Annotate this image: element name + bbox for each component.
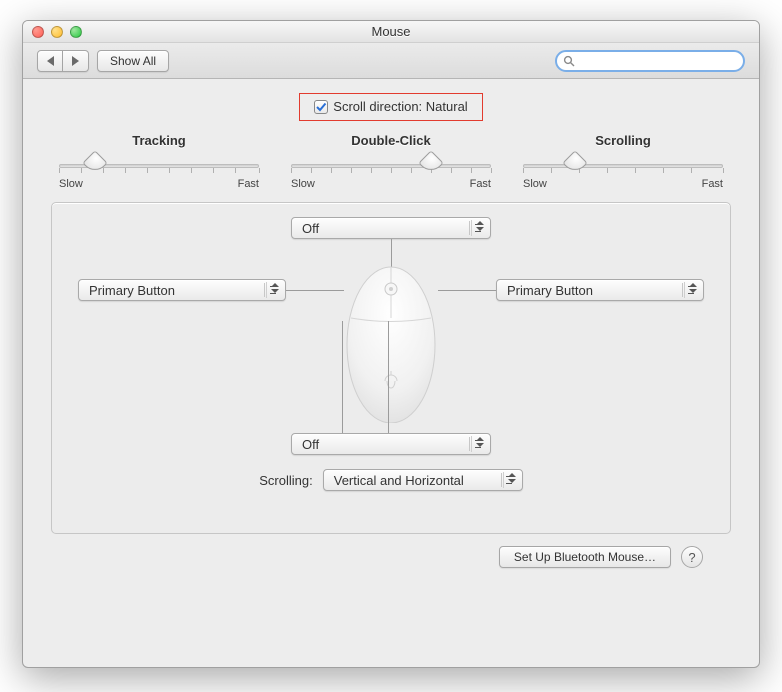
left-button-dropdown[interactable]: Primary Button xyxy=(78,279,286,301)
right-button-dropdown[interactable]: Primary Button xyxy=(496,279,704,301)
scrolling-mode-dropdown[interactable]: Vertical and Horizontal xyxy=(323,469,523,491)
sliders-row: Tracking Slow Fast Double-Click Slow Fast xyxy=(51,133,731,190)
wheel-button-value: Off xyxy=(302,221,319,236)
scrolling-slider[interactable] xyxy=(523,154,723,176)
setup-bluetooth-button[interactable]: Set Up Bluetooth Mouse… xyxy=(499,546,671,568)
nav-group xyxy=(37,50,89,72)
mouse-config-panel: Off Primary Button Primary Button xyxy=(51,202,731,534)
scrolling-dropdown-label: Scrolling: xyxy=(259,473,312,488)
doubleclick-label: Double-Click xyxy=(291,133,491,148)
scrolling-label: Scrolling xyxy=(523,133,723,148)
scrolling-mode-value: Vertical and Horizontal xyxy=(334,473,464,488)
mouse-illustration xyxy=(345,263,437,423)
chevron-right-icon xyxy=(72,56,79,66)
toolbar: Show All xyxy=(23,43,759,79)
scroll-direction-label: Scroll direction: Natural xyxy=(333,99,467,114)
footer: Set Up Bluetooth Mouse… ? xyxy=(51,534,731,568)
forward-button[interactable] xyxy=(63,50,89,72)
scrolling-thumb[interactable] xyxy=(562,150,587,175)
right-button-value: Primary Button xyxy=(507,283,593,298)
side-button-value: Off xyxy=(302,437,319,452)
scroll-direction-highlight: Scroll direction: Natural xyxy=(299,93,482,121)
window-controls xyxy=(32,26,82,38)
zoom-icon[interactable] xyxy=(70,26,82,38)
scroll-direction-checkbox[interactable] xyxy=(314,100,328,114)
doubleclick-fast: Fast xyxy=(470,178,491,190)
help-button[interactable]: ? xyxy=(681,546,703,568)
search-icon xyxy=(563,55,575,67)
chevron-left-icon xyxy=(47,56,54,66)
content: Scroll direction: Natural Tracking Slow F… xyxy=(23,79,759,582)
titlebar: Mouse xyxy=(23,21,759,43)
doubleclick-slow: Slow xyxy=(291,178,315,190)
scrolling-slider-group: Scrolling Slow Fast xyxy=(523,133,723,190)
tracking-slider-group: Tracking Slow Fast xyxy=(59,133,259,190)
side-button-dropdown[interactable]: Off xyxy=(291,433,491,455)
scrolling-fast: Fast xyxy=(702,178,723,190)
search-input[interactable] xyxy=(579,54,737,68)
tracking-slider[interactable] xyxy=(59,154,259,176)
window-title: Mouse xyxy=(23,24,759,39)
search-field-wrapper[interactable] xyxy=(555,50,745,72)
tracking-label: Tracking xyxy=(59,133,259,148)
doubleclick-slider[interactable] xyxy=(291,154,491,176)
doubleclick-slider-group: Double-Click Slow Fast xyxy=(291,133,491,190)
scrolling-slow: Slow xyxy=(523,178,547,190)
tracking-fast: Fast xyxy=(238,178,259,190)
show-all-button[interactable]: Show All xyxy=(97,50,169,72)
minimize-icon[interactable] xyxy=(51,26,63,38)
left-button-value: Primary Button xyxy=(89,283,175,298)
preferences-window: Mouse Show All Scroll direction: Natural… xyxy=(22,20,760,668)
close-icon[interactable] xyxy=(32,26,44,38)
check-icon xyxy=(315,101,327,113)
wheel-button-dropdown[interactable]: Off xyxy=(291,217,491,239)
back-button[interactable] xyxy=(37,50,63,72)
tracking-slow: Slow xyxy=(59,178,83,190)
